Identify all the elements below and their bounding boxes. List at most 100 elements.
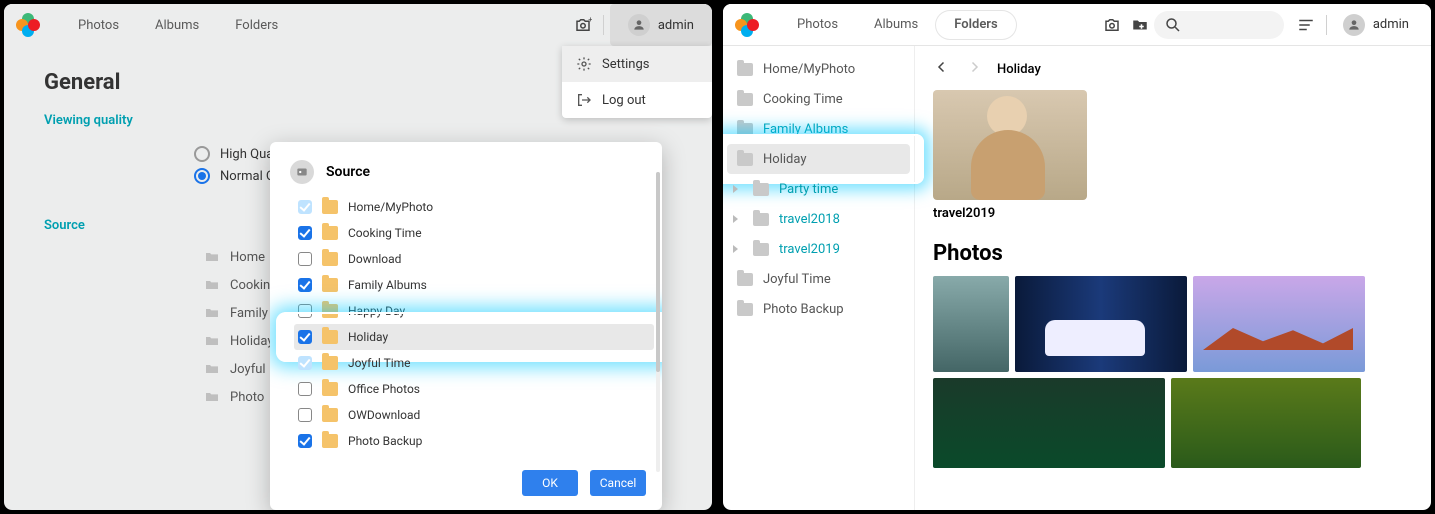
sidebar-item[interactable]: Family Albums bbox=[727, 114, 910, 144]
folder-label: Home bbox=[230, 250, 265, 265]
forward-button[interactable] bbox=[965, 58, 983, 80]
source-option-row[interactable]: Office Photos bbox=[294, 376, 654, 402]
menu-settings[interactable]: Settings bbox=[562, 46, 712, 82]
source-option-row[interactable]: Cooking Time bbox=[294, 220, 654, 246]
source-option-row[interactable]: Download bbox=[294, 246, 654, 272]
checkbox[interactable] bbox=[298, 304, 312, 318]
user-menu-trigger[interactable]: admin bbox=[610, 4, 712, 46]
dialog-header: Source bbox=[270, 142, 662, 192]
folder-icon bbox=[322, 382, 338, 396]
topbar: Photos Albums Folders admin bbox=[723, 4, 1431, 46]
dialog-folder-list[interactable]: Home/MyPhoto Cooking Time Download Family A… bbox=[270, 192, 662, 460]
folder-icon bbox=[204, 249, 220, 265]
option-label: Happy Day bbox=[348, 304, 405, 318]
settings-window: Photos Albums Folders + admin Settings L… bbox=[4, 4, 712, 510]
sidebar-item[interactable]: Party time bbox=[727, 174, 910, 204]
source-option-row[interactable]: Family Albums bbox=[294, 272, 654, 298]
dialog-scrollbar[interactable] bbox=[656, 172, 660, 472]
sidebar-item[interactable]: travel2018 bbox=[727, 204, 910, 234]
nav-albums[interactable]: Albums bbox=[137, 11, 217, 39]
folder-icon bbox=[204, 277, 220, 293]
folder-icon bbox=[322, 200, 338, 214]
arrow-left-icon bbox=[933, 58, 951, 76]
checkbox[interactable] bbox=[298, 278, 312, 292]
nav-photos[interactable]: Photos bbox=[60, 11, 137, 39]
ok-button[interactable]: OK bbox=[522, 470, 578, 496]
nav-folders[interactable]: Folders bbox=[936, 11, 1015, 39]
sidebar-item-label: Home/MyPhoto bbox=[763, 62, 855, 77]
sidebar-item[interactable]: travel2019 bbox=[727, 234, 910, 264]
folder-icon bbox=[204, 389, 220, 405]
sidebar-item[interactable]: Holiday bbox=[727, 144, 910, 174]
checkbox[interactable] bbox=[298, 382, 312, 396]
folder-icon bbox=[322, 356, 338, 370]
folder-icon bbox=[204, 305, 220, 321]
photo-thumbnail[interactable] bbox=[933, 378, 1165, 468]
view-options-icon[interactable] bbox=[1292, 11, 1320, 39]
folder-icon bbox=[737, 93, 753, 106]
checkbox[interactable] bbox=[298, 200, 312, 214]
folder-thumbnail bbox=[933, 90, 1087, 200]
checkbox[interactable] bbox=[298, 252, 312, 266]
checkbox[interactable] bbox=[298, 330, 312, 344]
folder-icon bbox=[737, 303, 753, 316]
svg-text:+: + bbox=[588, 16, 592, 24]
option-label: Photo Backup bbox=[348, 434, 422, 448]
add-photo-icon[interactable] bbox=[1098, 11, 1126, 39]
folder-icon bbox=[204, 333, 220, 349]
nav-photos[interactable]: Photos bbox=[779, 11, 856, 39]
photo-thumbnail[interactable] bbox=[1193, 276, 1365, 372]
add-folder-icon[interactable] bbox=[1126, 11, 1154, 39]
checkbox[interactable] bbox=[298, 434, 312, 448]
sidebar-item[interactable]: Photo Backup bbox=[727, 294, 910, 324]
subfolder-tile[interactable]: travel2019 bbox=[933, 90, 1087, 221]
nav-albums[interactable]: Albums bbox=[856, 11, 936, 39]
topbar: Photos Albums Folders + admin bbox=[4, 4, 712, 46]
folder-icon bbox=[737, 273, 753, 286]
checkbox[interactable] bbox=[298, 408, 312, 422]
scrollbar-thumb[interactable] bbox=[656, 172, 660, 372]
folder-label: Holiday bbox=[230, 334, 273, 349]
breadcrumb-title: Holiday bbox=[997, 62, 1041, 77]
option-label: Download bbox=[348, 252, 401, 266]
source-icon bbox=[290, 160, 314, 184]
user-menu-trigger[interactable]: admin bbox=[1333, 10, 1419, 40]
source-option-row[interactable]: Holiday bbox=[294, 324, 654, 350]
back-button[interactable] bbox=[933, 58, 951, 80]
avatar-icon bbox=[1343, 14, 1365, 36]
photo-thumbnail[interactable] bbox=[933, 276, 1009, 372]
source-option-row[interactable]: Home/MyPhoto bbox=[294, 194, 654, 220]
breadcrumb-bar: Holiday bbox=[933, 54, 1413, 84]
option-label: Holiday bbox=[348, 330, 388, 344]
nav-folders[interactable]: Folders bbox=[217, 11, 296, 39]
source-option-row[interactable]: Photo Backup bbox=[294, 428, 654, 454]
option-label: OWDownload bbox=[348, 408, 420, 422]
photo-thumbnail[interactable] bbox=[1015, 276, 1187, 372]
menu-logout[interactable]: Log out bbox=[562, 82, 712, 118]
source-option-row[interactable]: Happy Day bbox=[294, 298, 654, 324]
main-content: Holiday travel2019 Photos bbox=[915, 46, 1431, 510]
source-option-row[interactable]: Joyful Time bbox=[294, 350, 654, 376]
sidebar-item[interactable]: Joyful Time bbox=[727, 264, 910, 294]
folder-icon bbox=[753, 183, 769, 196]
sidebar-item-label: Photo Backup bbox=[763, 302, 844, 317]
sidebar-item[interactable]: Cooking Time bbox=[727, 84, 910, 114]
photo-thumbnail[interactable] bbox=[1171, 378, 1361, 468]
search-input[interactable] bbox=[1154, 11, 1284, 39]
add-photo-icon[interactable]: + bbox=[569, 11, 597, 39]
sidebar-item-label: Joyful Time bbox=[763, 272, 831, 287]
checkbox[interactable] bbox=[298, 226, 312, 240]
cancel-button[interactable]: Cancel bbox=[590, 470, 646, 496]
folder-label: Family bbox=[230, 306, 268, 321]
right-body: Home/MyPhotoCooking TimeFamily AlbumsHol… bbox=[723, 46, 1431, 510]
sidebar-item[interactable]: Home/MyPhoto bbox=[727, 54, 910, 84]
checkbox[interactable] bbox=[298, 356, 312, 370]
folder-icon bbox=[737, 153, 753, 166]
avatar-icon bbox=[628, 14, 650, 36]
option-label: Family Albums bbox=[348, 278, 427, 292]
folder-label: Photo bbox=[230, 390, 264, 405]
folders-sidebar: Home/MyPhoto Cooking TimeFamily AlbumsHol… bbox=[723, 46, 915, 510]
option-label: Joyful Time bbox=[348, 356, 411, 370]
option-label: Cooking Time bbox=[348, 226, 422, 240]
source-option-row[interactable]: OWDownload bbox=[294, 402, 654, 428]
